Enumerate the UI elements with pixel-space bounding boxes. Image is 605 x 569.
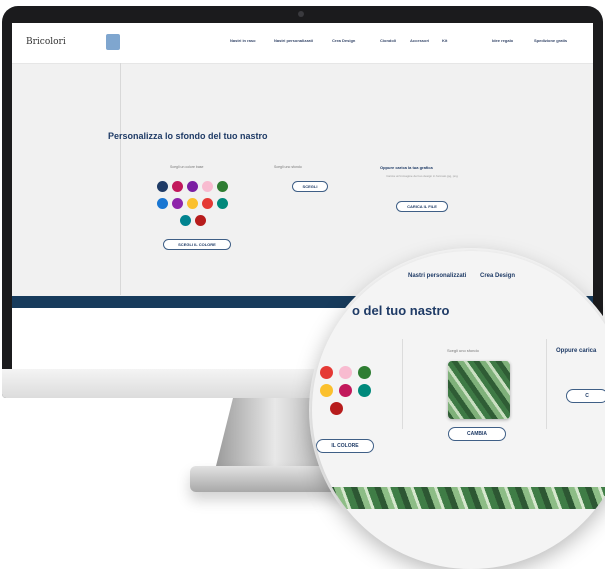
color-swatch[interactable] [172, 198, 183, 209]
color-swatch[interactable] [217, 181, 228, 192]
col-label-grafica: Oppure carica la tua grafica [380, 165, 433, 170]
color-swatch[interactable] [202, 198, 213, 209]
mag-col-label-grafica: Oppure carica [556, 348, 597, 354]
mag-color-swatch[interactable] [339, 366, 352, 379]
color-swatch[interactable] [202, 181, 213, 192]
scegli-sfondo-button[interactable]: SCEGLI [292, 181, 328, 192]
color-swatch[interactable] [157, 181, 168, 192]
mag-color-swatch[interactable] [320, 366, 333, 379]
fabric-pattern-preview[interactable] [448, 361, 510, 419]
mag-carica-button[interactable]: C [566, 389, 605, 403]
fabric-ribbon-strip [312, 487, 605, 509]
color-swatch[interactable] [195, 215, 206, 226]
color-swatch[interactable] [180, 215, 191, 226]
mag-nav-item-crea-design[interactable]: Crea Design [480, 273, 515, 279]
magnifier-zoom: Nastri personalizzati Crea Design o del … [312, 251, 605, 569]
mag-color-swatch[interactable] [330, 402, 343, 415]
sidebar-divider [120, 63, 121, 295]
color-swatch[interactable] [187, 181, 198, 192]
mag-color-swatch[interactable] [339, 384, 352, 397]
mag-nav-item-personalizzati[interactable]: Nastri personalizzati [408, 273, 466, 279]
mag-cambia-button[interactable]: CAMBIA [448, 427, 506, 441]
color-swatch[interactable] [187, 198, 198, 209]
section-title: Personalizza lo sfondo del tuo nastro [108, 131, 268, 141]
logo-badge-icon [106, 34, 120, 50]
nav-item-spedizione[interactable]: Spedizione gratis [534, 38, 567, 43]
nav-item-crea-design[interactable]: Crea Design [332, 38, 355, 43]
mag-color-swatch[interactable] [358, 366, 371, 379]
nav-item-nastri-raso[interactable]: Nastri in raso [230, 38, 256, 43]
upload-note: Carica un'immagine del tuo design in for… [386, 174, 458, 178]
nav-item-ciondoli[interactable]: Ciondoli [380, 38, 396, 43]
scegli-colore-button[interactable]: SCEGLI IL COLORE [163, 239, 231, 250]
site-header: Bricolori Nastri in raso Nastri personal… [12, 23, 593, 64]
color-swatch[interactable] [172, 181, 183, 192]
mag-scegli-colore-button[interactable]: IL COLORE [316, 439, 374, 453]
mag-color-swatch[interactable] [320, 384, 333, 397]
col-label-colore: Scegli un colore base [170, 165, 204, 169]
camera-icon [298, 11, 304, 17]
col-label-sfondo: Scegli uno sfondo [274, 165, 302, 169]
nav-item-idee-regalo[interactable]: Idee regalo [492, 38, 513, 43]
color-swatch[interactable] [157, 198, 168, 209]
carica-file-button[interactable]: CARICA IL FILE [396, 201, 448, 212]
mag-divider [546, 339, 547, 429]
mag-divider [402, 339, 403, 429]
nav-item-nastri-personalizzati[interactable]: Nastri personalizzati [274, 38, 313, 43]
mag-color-swatch[interactable] [358, 384, 371, 397]
nav-item-kit[interactable]: Kit [442, 38, 447, 43]
mag-section-title: o del tuo nastro [352, 303, 450, 318]
mag-col-label-sfondo: Scegli uno sfondo [447, 348, 479, 353]
nav-item-accessori[interactable]: Accessori [410, 38, 429, 43]
color-swatch[interactable] [217, 198, 228, 209]
site-logo[interactable]: Bricolori [26, 37, 66, 47]
